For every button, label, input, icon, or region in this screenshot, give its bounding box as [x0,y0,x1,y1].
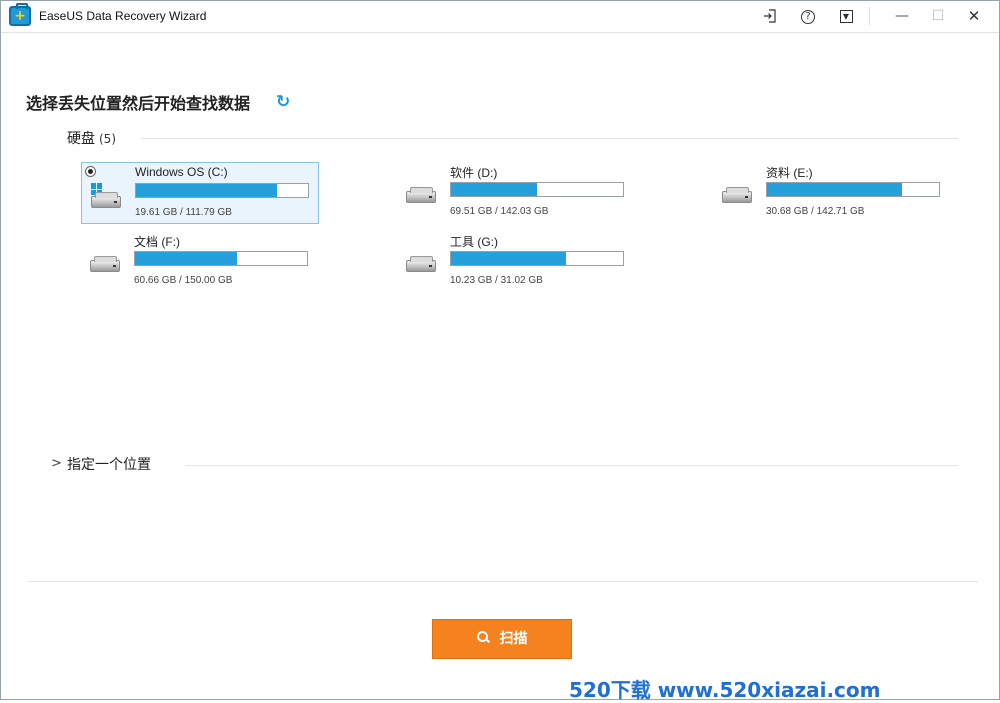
drive-name: 文档 (F:) [134,235,180,249]
refresh-icon[interactable]: ↻ [276,93,294,111]
usage-bar-fill [451,183,537,196]
drive-c-radio[interactable] [85,166,96,177]
usage-bar-fill [767,183,903,196]
hard-disk-icon [406,187,436,203]
minimize-button[interactable]: — [887,5,917,27]
usage-bar [450,251,624,266]
footer-divider [28,581,978,582]
chevron-right-icon[interactable]: > [51,456,62,471]
help-icon[interactable]: ? [799,7,817,25]
usage-bar-fill [451,252,567,265]
disks-section-title: 硬盘 (5) [67,128,116,148]
drive-name: 工具 (G:) [450,235,498,249]
app-logo-icon [9,3,31,26]
close-button[interactable]: ✕ [959,5,989,27]
usage-bar [134,251,308,266]
app-title: EaseUS Data Recovery Wizard [39,9,207,23]
drive-size: 60.66 GB / 150.00 GB [134,275,233,286]
scan-button-label: 扫描 [499,631,528,647]
menu-dropdown-icon[interactable]: ▼ [837,7,855,25]
drive-c[interactable]: Windows OS (C:) 19.61 GB / 111.79 GB [81,162,319,224]
section-divider [141,138,958,139]
drive-f[interactable]: 文档 (F:) 60.66 GB / 150.00 GB [81,231,319,293]
drive-e[interactable]: 资料 (E:) 30.68 GB / 142.71 GB [713,162,951,224]
drive-size: 30.68 GB / 142.71 GB [766,206,865,217]
drive-g[interactable]: 工具 (G:) 10.23 GB / 31.02 GB [397,231,635,293]
drive-d[interactable]: 软件 (D:) 69.51 GB / 142.03 GB [397,162,635,224]
search-icon [476,631,488,642]
usage-bar [450,182,624,197]
disks-section-label: 硬盘 [67,131,95,147]
watermark-text: 520下载 www.520xiazai.com [569,678,881,702]
maximize-button[interactable]: ☐ [923,5,953,27]
usage-bar [135,183,309,198]
disks-section-count: (5) [99,132,116,146]
usage-bar [766,182,940,197]
drive-name: 资料 (E:) [766,166,813,180]
title-bar: EaseUS Data Recovery Wizard ? ▼ — ☐ ✕ [1,1,999,33]
titlebar-divider [869,7,870,25]
scan-button[interactable]: 扫描 [432,619,572,659]
page-title: 选择丢失位置然后开始查找数据 [26,94,251,113]
hard-disk-icon [90,256,120,272]
hard-disk-icon [91,192,121,208]
drive-size: 19.61 GB / 111.79 GB [135,207,232,218]
sign-in-icon[interactable] [761,7,779,25]
drive-name: 软件 (D:) [450,166,498,180]
drive-size: 69.51 GB / 142.03 GB [450,206,549,217]
specify-location-toggle[interactable]: 指定一个位置 [67,454,151,474]
drive-name: Windows OS (C:) [135,165,228,179]
hard-disk-icon [722,187,752,203]
usage-bar-fill [135,252,238,265]
drive-size: 10.23 GB / 31.02 GB [450,275,543,286]
section-divider [185,465,958,466]
usage-bar-fill [136,184,278,197]
app-window: EaseUS Data Recovery Wizard ? ▼ — ☐ ✕ 选择… [0,0,1000,702]
hard-disk-icon [406,256,436,272]
